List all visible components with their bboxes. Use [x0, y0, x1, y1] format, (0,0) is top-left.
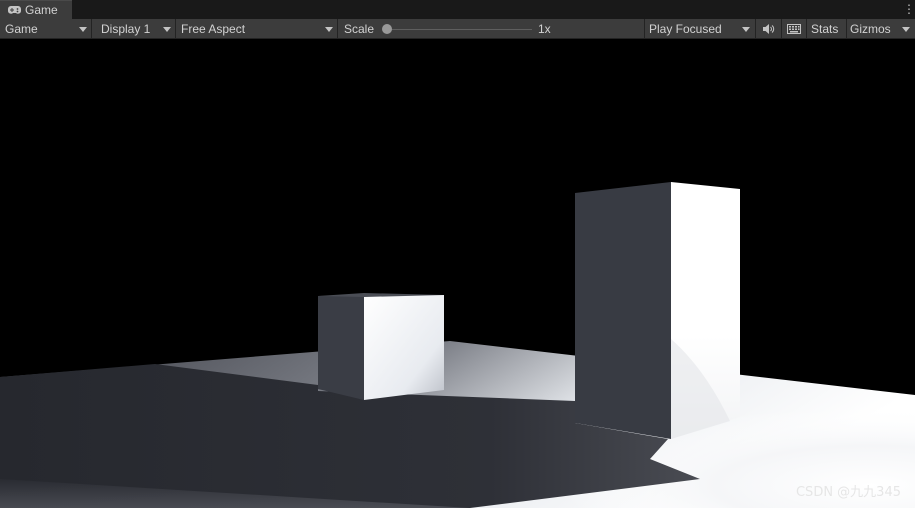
- aspect-label: Free Aspect: [181, 22, 246, 36]
- tab-label: Game: [25, 3, 58, 17]
- speaker-icon: [762, 24, 774, 34]
- chevron-down-icon: [325, 27, 333, 32]
- small-cube-dark-face: [318, 295, 364, 400]
- chevron-down-icon: [902, 27, 910, 32]
- stats-label: Stats: [811, 22, 839, 36]
- game-viewport[interactable]: CSDN @九九345: [0, 39, 915, 508]
- gizmos-dropdown[interactable]: Gizmos: [847, 19, 915, 39]
- gamepad-icon: [8, 5, 21, 14]
- keyboard-icon: [787, 24, 801, 34]
- game-mode-label: Game: [5, 22, 38, 36]
- small-cube-lit-face: [364, 295, 444, 400]
- display-label: Display 1: [101, 22, 151, 36]
- scale-slider-track[interactable]: [387, 29, 532, 30]
- scene-render: [0, 39, 915, 508]
- mute-audio-button[interactable]: [756, 19, 782, 39]
- watermark-text: CSDN @九九345: [795, 485, 901, 500]
- chevron-down-icon: [742, 27, 750, 32]
- display-dropdown[interactable]: Display 1: [96, 19, 176, 39]
- scale-label: Scale: [344, 22, 375, 36]
- chevron-down-icon: [163, 27, 171, 32]
- aspect-dropdown[interactable]: Free Aspect: [176, 19, 338, 39]
- more-options-icon[interactable]: ⋮: [903, 2, 915, 16]
- scale-slider-handle[interactable]: [382, 24, 392, 34]
- tall-box-dark-face: [575, 182, 671, 439]
- tab-bar: Game ⋮: [0, 0, 915, 19]
- play-mode-dropdown[interactable]: Play Focused: [645, 19, 756, 39]
- game-toolbar: Game Display 1 Free Aspect Scale 1x Play…: [0, 19, 915, 39]
- keyboard-shortcuts-button[interactable]: [782, 19, 807, 39]
- play-mode-label: Play Focused: [649, 22, 722, 36]
- tab-game[interactable]: Game: [0, 0, 72, 19]
- stats-button[interactable]: Stats: [807, 19, 847, 39]
- chevron-down-icon: [79, 27, 87, 32]
- game-mode-dropdown[interactable]: Game: [0, 19, 92, 39]
- scale-value: 1x: [538, 22, 551, 36]
- gizmos-label: Gizmos: [850, 22, 891, 36]
